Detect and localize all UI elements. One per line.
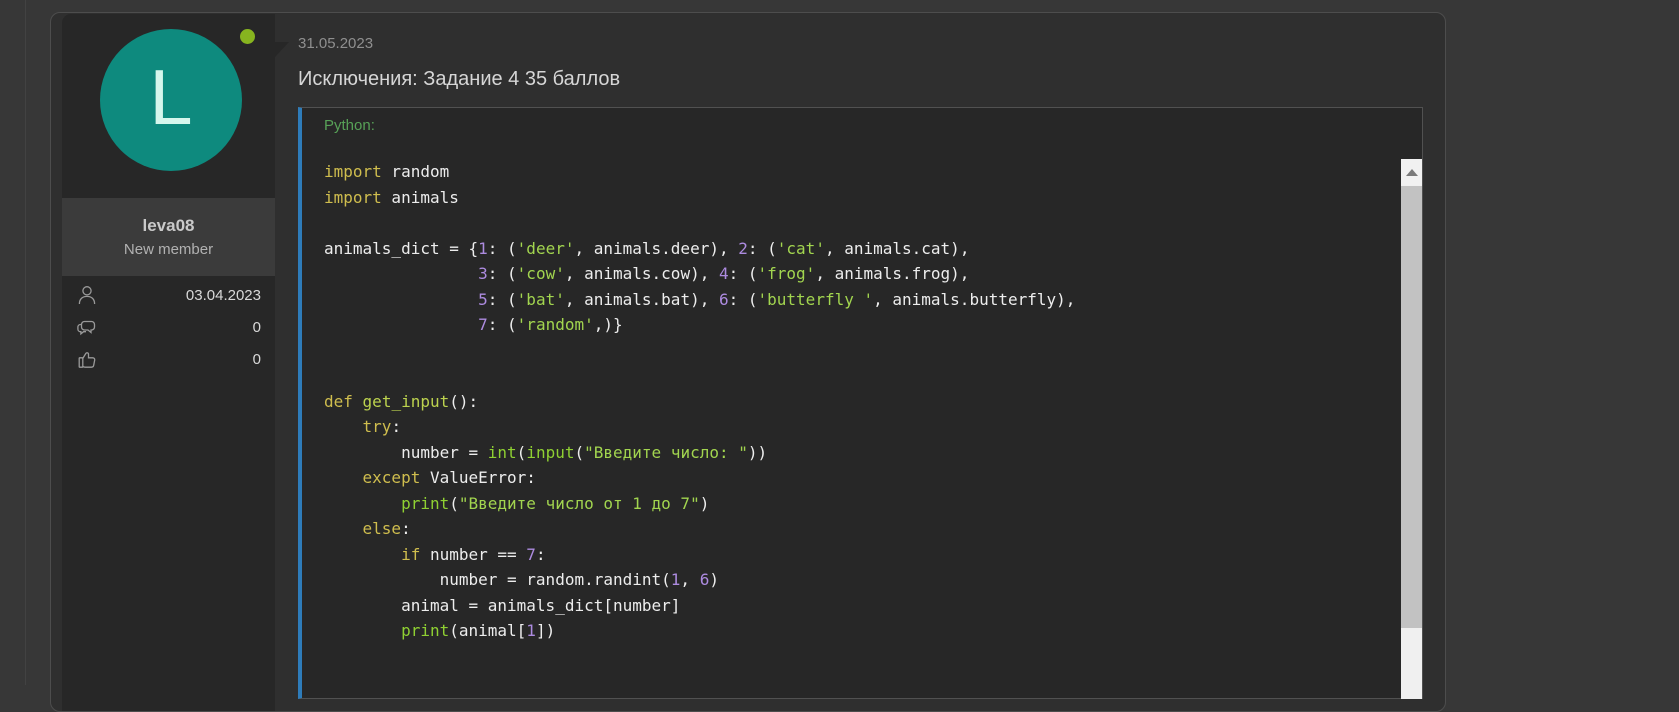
code-line: except ValueError: (324, 465, 1394, 491)
scrollbar-up-button[interactable] (1401, 159, 1422, 185)
stat-row-likes: 0 (62, 347, 275, 371)
username-link[interactable]: leva08 (143, 216, 195, 236)
code-line: number = int(input("Введите число: ")) (324, 440, 1394, 466)
online-indicator (240, 29, 255, 44)
post-date-link[interactable]: 31.05.2023 (298, 35, 1446, 52)
code-scrollbar[interactable] (1401, 159, 1422, 699)
code-line: number = random.randint(1, 6) (324, 567, 1394, 593)
code-line (324, 363, 1394, 389)
user-role: New member (124, 241, 213, 258)
joined-date-value: 03.04.2023 (186, 287, 261, 304)
message-content: 31.05.2023 Исключения: Задание 4 35 балл… (275, 14, 1446, 712)
scrollbar-thumb[interactable] (1401, 186, 1422, 628)
code-line: 3: ('cow', animals.cow), 4: ('frog', ani… (324, 261, 1394, 287)
user-info-strip: leva08 New member (62, 198, 275, 276)
avatar-letter: L (149, 58, 192, 136)
user-icon (76, 284, 98, 306)
likes-count-value: 0 (253, 351, 261, 368)
code-line: 7: ('random',)} (324, 312, 1394, 338)
code-line: print("Введите число от 1 до 7") (324, 491, 1394, 517)
post-card: L leva08 New member 03.04.2023 (50, 12, 1446, 712)
code-content[interactable]: import randomimport animals animals_dict … (324, 159, 1394, 644)
stat-row-messages: 0 (62, 315, 275, 339)
code-line: if number == 7: (324, 542, 1394, 568)
code-line: def get_input(): (324, 389, 1394, 415)
code-line: animals_dict = {1: ('deer', animals.deer… (324, 236, 1394, 262)
likes-icon (76, 348, 98, 370)
code-line (324, 210, 1394, 236)
stat-row-joined: 03.04.2023 (62, 283, 275, 307)
code-language-label: Python: (324, 117, 375, 134)
code-line (324, 338, 1394, 364)
code-line: 5: ('bat', animals.bat), 6: ('butterfly … (324, 287, 1394, 313)
messages-count-value: 0 (253, 319, 261, 336)
user-stats: 03.04.2023 0 0 (62, 276, 275, 712)
page-left-rule (25, 0, 26, 685)
code-line: print(animal[1]) (324, 618, 1394, 644)
messages-icon (76, 316, 98, 338)
code-line: import random (324, 159, 1394, 185)
avatar[interactable]: L (100, 29, 242, 171)
user-cell: L (62, 14, 275, 198)
code-line: else: (324, 516, 1394, 542)
code-line: import animals (324, 185, 1394, 211)
code-line: animal = animals_dict[number] (324, 593, 1394, 619)
code-block: Python: import randomimport animals anima… (298, 107, 1423, 699)
code-line: try: (324, 414, 1394, 440)
post-title: Исключения: Задание 4 35 баллов (298, 68, 1446, 91)
scroll-up-arrow-icon (1406, 169, 1418, 176)
